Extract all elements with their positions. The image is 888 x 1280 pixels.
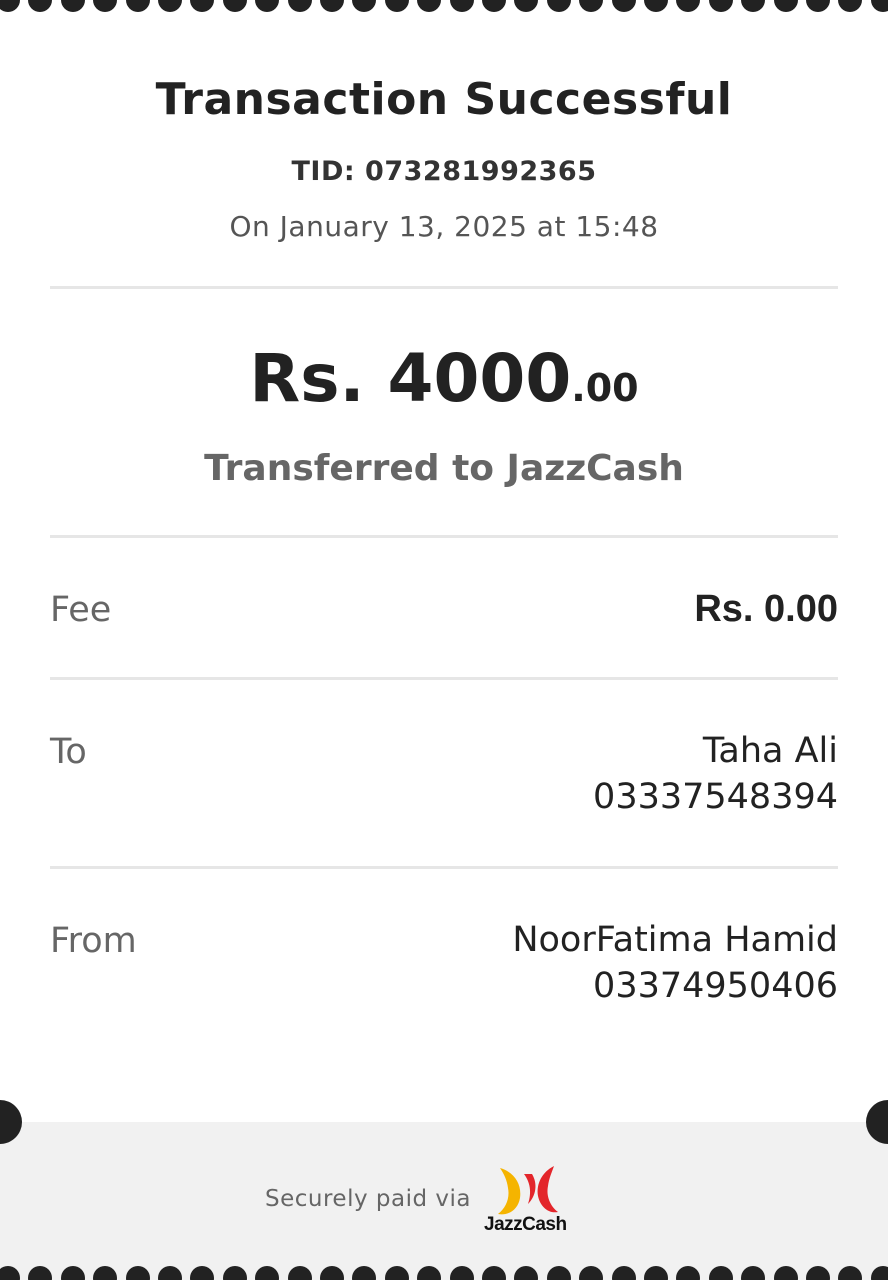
perforation-dot <box>514 0 539 12</box>
perforation-dot <box>28 1266 53 1280</box>
perforation-dot <box>449 1266 474 1280</box>
from-value: NoorFatima Hamid 03374950406 <box>512 917 838 1009</box>
jazzcash-logo-text: JazzCash <box>484 1214 567 1235</box>
perforation-dot <box>28 0 53 12</box>
perforation-dot <box>287 0 312 12</box>
perforation-dot <box>676 0 701 12</box>
to-value: Taha Ali 03337548394 <box>593 728 838 820</box>
perforation-dot <box>708 1266 733 1280</box>
perforation-dot <box>93 0 118 12</box>
perforation-dot <box>384 0 409 12</box>
perforation-dot <box>417 1266 442 1280</box>
recipient-number: 03337548394 <box>593 777 838 817</box>
transfer-subtitle: Transferred to JazzCash <box>204 448 684 489</box>
perforation-dot <box>320 0 344 12</box>
amount: Rs. 4000.00 <box>0 340 888 417</box>
sender-name: NoorFatima Hamid <box>512 920 838 960</box>
perforation-dot <box>190 0 215 12</box>
to-label: To <box>50 732 87 772</box>
from-label: From <box>50 921 137 961</box>
perforation-dot <box>158 0 182 12</box>
perforation-dot <box>352 1266 377 1280</box>
perforated-edge-top <box>0 0 888 40</box>
perforation-dot <box>125 0 150 12</box>
perforation-dot <box>417 0 442 12</box>
perforation-dot <box>482 0 506 12</box>
perforation-dot <box>514 1266 539 1280</box>
perforation-dot <box>870 1266 888 1280</box>
perforation-dot <box>0 0 20 12</box>
perforation-dot <box>449 0 474 12</box>
perforation-dot <box>806 0 830 12</box>
perforation-dot <box>579 1266 604 1280</box>
perforation-dot <box>60 1266 85 1280</box>
perforation-dot <box>190 1266 215 1280</box>
perforation-dot <box>158 1266 182 1280</box>
perforation-dot <box>806 1266 830 1280</box>
perforation-dot <box>546 1266 571 1280</box>
recipient-name: Taha Ali <box>702 731 838 771</box>
perforation-dot <box>838 0 863 12</box>
perforation-dot <box>93 1266 118 1280</box>
perforation-dot <box>222 1266 247 1280</box>
perforation-dot <box>352 0 377 12</box>
perforation-dot <box>870 0 888 12</box>
perforation-dot <box>741 1266 766 1280</box>
divider <box>50 286 838 289</box>
amount-cents: .00 <box>571 366 639 410</box>
perforation-dot <box>644 0 668 12</box>
transaction-date: On January 13, 2025 at 15:48 <box>229 210 659 243</box>
page-title: Transaction Successful <box>155 74 733 125</box>
perforation-dot <box>676 1266 701 1280</box>
perforation-dot <box>60 0 85 12</box>
perforation-dot <box>741 0 766 12</box>
perforation-dot <box>611 0 636 12</box>
sender-number: 03374950406 <box>593 966 838 1006</box>
perforation-dot <box>482 1266 506 1280</box>
perforation-dot <box>384 1266 409 1280</box>
perforation-dot <box>125 1266 150 1280</box>
perforation-dot <box>611 1266 636 1280</box>
perforation-dot <box>773 1266 798 1280</box>
footer-text: Securely paid via <box>265 1186 471 1212</box>
perforation-dot <box>644 1266 668 1280</box>
transaction-id: TID: 073281992365 <box>291 156 597 187</box>
perforation-dot <box>838 1266 863 1280</box>
receipt-card: Transaction Successful TID: 073281992365… <box>0 0 888 1122</box>
fee-label: Fee <box>50 590 112 630</box>
perforation-dot <box>546 0 571 12</box>
perforated-edge-bottom <box>0 1264 888 1280</box>
divider <box>50 677 838 680</box>
perforation-dot <box>320 1266 344 1280</box>
perforation-dot <box>708 0 733 12</box>
perforation-dot <box>773 0 798 12</box>
fee-value: Rs. 0.00 <box>694 588 838 630</box>
amount-main: Rs. 4000 <box>249 340 572 417</box>
perforation-dot <box>222 0 247 12</box>
perforation-dot <box>287 1266 312 1280</box>
perforation-dot <box>0 1266 20 1280</box>
perforation-dot <box>255 1266 280 1280</box>
perforation-dot <box>579 0 604 12</box>
perforation-dot <box>255 0 280 12</box>
divider <box>50 535 838 538</box>
divider <box>50 866 838 869</box>
